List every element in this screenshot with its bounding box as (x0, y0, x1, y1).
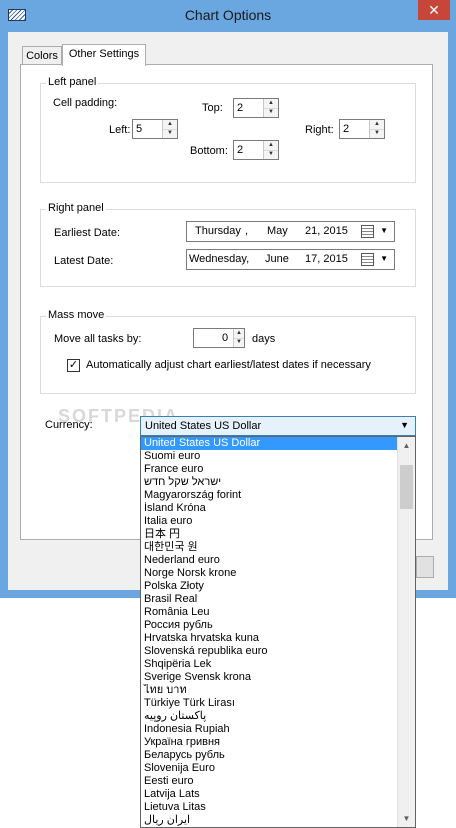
mass-move-legend: Mass move (46, 309, 107, 321)
chevron-down-icon[interactable]: ▼ (380, 254, 388, 263)
bottom-label: Bottom: (190, 145, 228, 157)
currency-option[interactable]: Türkiye Türk Lirası (141, 697, 399, 710)
left-spinner[interactable]: 5 ▲ ▼ (132, 119, 178, 139)
move-days-spinner[interactable]: 0 ▲ ▼ (193, 328, 245, 348)
currency-option[interactable]: Indonesia Rupiah (141, 723, 399, 736)
currency-option[interactable]: Hrvatska hrvatska kuna (141, 632, 399, 645)
spin-down-icon[interactable]: ▼ (264, 150, 278, 159)
currency-option[interactable]: United States US Dollar (141, 437, 399, 450)
currency-select[interactable]: United States US Dollar ▼ (140, 416, 416, 436)
spin-down-icon[interactable]: ▼ (163, 129, 177, 138)
right-label: Right: (305, 124, 334, 136)
scroll-thumb[interactable] (400, 465, 413, 509)
currency-option[interactable]: Suomi euro (141, 450, 399, 463)
currency-option[interactable]: Беларусь рубль (141, 749, 399, 762)
top-label: Top: (202, 102, 223, 114)
latest-date-picker[interactable]: Wednesday, June 17, 2015 ▼ (186, 249, 395, 270)
currency-option[interactable]: Norge Norsk krone (141, 567, 399, 580)
calendar-icon[interactable] (361, 253, 374, 266)
currency-option[interactable]: ไทย บาท (141, 684, 399, 697)
bottom-spinner[interactable]: 2 ▲ ▼ (233, 140, 279, 160)
dropdown-scrollbar[interactable]: ▲ ▼ (397, 437, 415, 827)
left-label: Left: (109, 124, 131, 136)
currency-option[interactable]: Ísland Króna (141, 502, 399, 515)
currency-option[interactable]: Россия рубль (141, 619, 399, 632)
currency-option[interactable]: Lietuva Litas (141, 801, 399, 814)
auto-adjust-label[interactable]: Automatically adjust chart earliest/late… (86, 359, 371, 371)
spin-down-icon[interactable]: ▼ (234, 338, 244, 347)
earliest-day-year: 21, 2015 (305, 225, 348, 237)
earliest-comma: , (245, 225, 249, 237)
currency-dropdown-list[interactable]: United States US Dollar Suomi euro France … (140, 436, 416, 828)
bottom-value: 2 (237, 144, 244, 156)
currency-option[interactable]: 대한민국 원 (141, 541, 399, 554)
currency-option[interactable]: 日本 円 (141, 528, 399, 541)
close-button[interactable]: ✕ (418, 0, 450, 20)
top-value: 2 (237, 102, 244, 114)
earliest-date-picker[interactable]: Thursday , May 21, 2015 ▼ (186, 221, 395, 242)
window-title: Chart Options (184, 7, 272, 23)
right-spinner[interactable]: 2 ▲ ▼ (339, 119, 385, 139)
currency-option[interactable]: Italia euro (141, 515, 399, 528)
currency-option[interactable]: Slovenská republika euro (141, 645, 399, 658)
spin-down-icon[interactable]: ▼ (370, 129, 384, 138)
currency-label: Currency: (45, 419, 93, 431)
close-icon: ✕ (428, 2, 440, 18)
latest-day-year: 17, 2015 (305, 253, 348, 265)
move-days-value: 0 (222, 332, 229, 344)
move-tasks-label: Move all tasks by: (54, 333, 142, 345)
currency-option[interactable]: ישראל שקל חדש (141, 476, 399, 489)
cell-padding-label: Cell padding: (53, 97, 118, 109)
currency-option[interactable]: Brasil Real (141, 593, 399, 606)
currency-option[interactable]: ایران ریال (141, 814, 399, 827)
currency-option[interactable]: Україна гривня (141, 736, 399, 749)
top-spinner[interactable]: 2 ▲ ▼ (233, 98, 279, 118)
days-label: days (252, 333, 276, 345)
currency-option[interactable]: پاکستان روپیه (141, 710, 399, 723)
currency-option[interactable]: Nederland euro (141, 554, 399, 567)
earliest-date-label: Earliest Date: (54, 227, 121, 239)
tab-other-settings[interactable]: Other Settings (62, 44, 146, 66)
check-icon: ✓ (68, 359, 79, 371)
currency-option[interactable]: Latvija Lats (141, 788, 399, 801)
latest-month: June (265, 253, 289, 265)
latest-date-label: Latest Date: (54, 255, 114, 267)
right-panel-legend: Right panel (46, 202, 106, 214)
currency-option[interactable]: Polska Złoty (141, 580, 399, 593)
currency-option[interactable]: Shqipëria Lek (141, 658, 399, 671)
left-panel-legend: Left panel (46, 76, 99, 88)
currency-option[interactable]: Sverige Svensk krona (141, 671, 399, 684)
earliest-month: May (267, 225, 288, 237)
currency-option[interactable]: Magyarország forint (141, 489, 399, 502)
earliest-weekday: Thursday (195, 225, 241, 237)
calendar-icon[interactable] (361, 225, 374, 238)
chevron-down-icon[interactable]: ▼ (400, 420, 409, 430)
tab-colors[interactable]: Colors (22, 46, 62, 64)
currency-option[interactable]: Eesti euro (141, 775, 399, 788)
scroll-up-icon[interactable]: ▲ (398, 437, 415, 454)
currency-option[interactable]: România Leu (141, 606, 399, 619)
currency-selected-value: United States US Dollar (145, 420, 262, 432)
dialog-button-partial[interactable] (416, 556, 434, 578)
right-value: 2 (343, 123, 350, 135)
latest-weekday: Wednesday, (189, 253, 250, 265)
currency-options: United States US Dollar Suomi euro France … (141, 437, 399, 827)
spin-down-icon[interactable]: ▼ (264, 108, 278, 117)
currency-option[interactable]: Slovenija Euro (141, 762, 399, 775)
scroll-down-icon[interactable]: ▼ (398, 810, 415, 827)
auto-adjust-checkbox[interactable]: ✓ (67, 359, 80, 372)
left-value: 5 (136, 123, 143, 135)
chevron-down-icon[interactable]: ▼ (380, 226, 388, 235)
currency-option[interactable]: France euro (141, 463, 399, 476)
